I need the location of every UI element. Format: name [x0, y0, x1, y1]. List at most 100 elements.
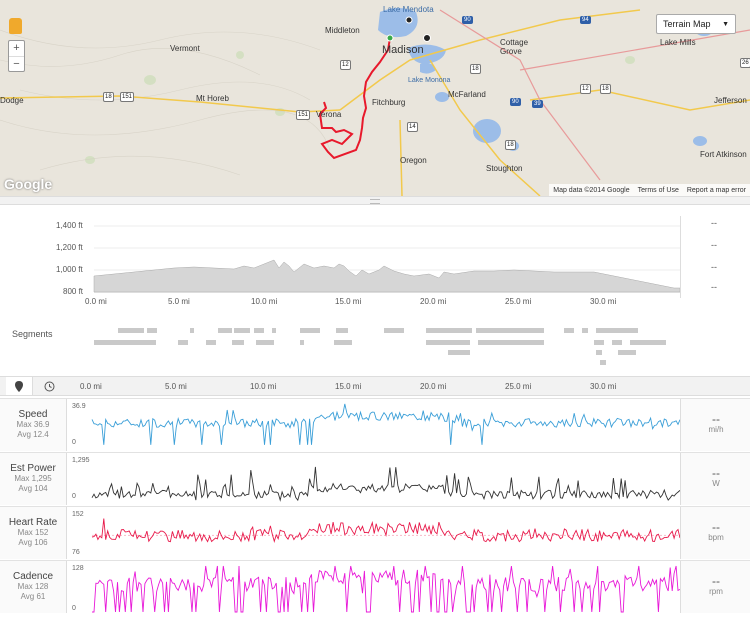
google-logo: Google: [4, 176, 53, 192]
stream-current: -- W: [680, 453, 750, 505]
segment-bar[interactable]: [218, 328, 232, 333]
stream-label: Heart Rate Max 152 Avg 106: [0, 507, 67, 559]
segment-bar[interactable]: [272, 328, 276, 333]
elev-xtick: 5.0 mi: [168, 297, 190, 306]
segment-bar[interactable]: [478, 340, 544, 345]
road-shield: 151: [296, 110, 311, 120]
stream-name: Est Power: [10, 463, 56, 474]
time-xtick: 0.0 mi: [80, 382, 102, 391]
segment-bar[interactable]: [254, 328, 264, 333]
elev-xtick: 0.0 mi: [85, 297, 107, 306]
stream-current-value: --: [712, 520, 720, 534]
stream-trace: [92, 565, 681, 613]
road-shield: 14: [407, 122, 418, 132]
heartrate-line-chart[interactable]: [91, 511, 681, 555]
street-view-pegman-icon[interactable]: [9, 18, 22, 34]
terms-link[interactable]: Terms of Use: [638, 187, 679, 194]
stream-ybot: 0: [72, 605, 76, 612]
segment-bar[interactable]: [336, 328, 348, 333]
time-xtick: 10.0 mi: [250, 382, 277, 391]
segment-bar[interactable]: [147, 328, 157, 333]
segment-bar[interactable]: [564, 328, 574, 333]
map-label: Vermont: [170, 44, 200, 53]
segment-bar[interactable]: [232, 340, 244, 345]
segment-bar[interactable]: [94, 340, 156, 345]
elevation-plot[interactable]: [93, 216, 681, 298]
segment-bar[interactable]: [206, 340, 216, 345]
zoom-out-button[interactable]: −: [9, 57, 24, 72]
time-xtick: 15.0 mi: [335, 382, 362, 391]
report-error-link[interactable]: Report a map error: [687, 187, 746, 194]
map-data-credit: Map data ©2014 Google: [553, 186, 630, 194]
stream-current-value: --: [712, 412, 720, 426]
finish-marker: [423, 34, 431, 42]
grip-icon: [370, 199, 380, 204]
segment-bar[interactable]: [234, 328, 250, 333]
start-marker: [386, 34, 394, 42]
segment-bar[interactable]: [190, 328, 194, 333]
stream-trace: [91, 518, 681, 544]
elev-xtick: 25.0 mi: [505, 297, 532, 306]
segment-bar[interactable]: [118, 328, 144, 333]
stream-ybot: 0: [72, 439, 76, 446]
segment-bar[interactable]: [178, 340, 188, 345]
stream-row-power[interactable]: Est Power Max 1,295 Avg 104 1,295 0 -- W: [0, 452, 750, 505]
map-label: McFarland: [448, 90, 486, 99]
stream-name: Speed: [18, 409, 48, 420]
road-shield: 26: [740, 58, 750, 68]
stream-row-cadence[interactable]: Cadence Max 128 Avg 61 128 0 -- rpm: [0, 560, 750, 617]
stream-ytop: 1,295: [72, 457, 90, 464]
map-label: Mt Horeb: [196, 94, 229, 103]
segment-bar[interactable]: [596, 328, 638, 333]
segment-bar[interactable]: [618, 350, 636, 355]
stream-current-value: --: [712, 574, 720, 588]
map-label: Jefferson: [714, 96, 747, 105]
stream-ytop: 128: [72, 565, 84, 572]
segment-bar[interactable]: [596, 350, 602, 355]
elev-xtick: 20.0 mi: [420, 297, 447, 306]
map-label: Oregon: [400, 156, 427, 165]
segment-bar[interactable]: [582, 328, 588, 333]
segment-bar[interactable]: [300, 328, 320, 333]
map-pin-icon[interactable]: [6, 377, 33, 395]
elev-ytick: 800 ft: [63, 287, 84, 296]
map-label: Dodge: [0, 96, 24, 105]
interstate-shield: 39: [532, 100, 543, 108]
clock-icon[interactable]: [36, 377, 62, 395]
segment-bar[interactable]: [300, 340, 304, 345]
cadence-line-chart[interactable]: [92, 565, 681, 613]
stream-unit: mi/h: [708, 425, 724, 434]
map-label: Lake Monona: [408, 77, 451, 84]
segment-bar[interactable]: [256, 340, 274, 345]
power-line-chart[interactable]: [91, 457, 681, 502]
route-map[interactable]: Lake Mendota Middleton Madison Cottage G…: [0, 0, 750, 196]
segment-bar[interactable]: [600, 360, 606, 365]
time-xtick: 5.0 mi: [165, 382, 187, 391]
stream-name: Cadence: [12, 571, 54, 582]
zoom-in-button[interactable]: +: [9, 41, 24, 57]
elev-ytick: 1,200 ft: [56, 243, 83, 252]
stream-label: Cadence Max 128 Avg 61: [0, 561, 67, 613]
finish-marker-top: [405, 16, 413, 24]
stream-current: -- mi/h: [680, 399, 750, 451]
interstate-shield: 90: [510, 98, 521, 106]
stream-row-heartrate[interactable]: Heart Rate Max 152 Avg 106 152 76 -- bpm: [0, 506, 750, 559]
speed-line-chart[interactable]: [91, 403, 681, 447]
segment-bar[interactable]: [630, 340, 666, 345]
stream-toolbar: 0.0 mi 5.0 mi 10.0 mi 15.0 mi 20.0 mi 25…: [0, 376, 750, 396]
segment-bar[interactable]: [448, 350, 470, 355]
resize-handle[interactable]: [0, 196, 750, 205]
segment-bar[interactable]: [426, 328, 472, 333]
segment-bar[interactable]: [426, 340, 470, 345]
map-label: Lake Mills: [660, 38, 696, 47]
time-xtick: 25.0 mi: [505, 382, 532, 391]
segment-bar[interactable]: [384, 328, 404, 333]
map-type-dropdown[interactable]: Terrain Map ▼: [656, 14, 736, 34]
segment-bar[interactable]: [612, 340, 622, 345]
map-label: Stoughton: [486, 164, 523, 173]
segment-bar[interactable]: [476, 328, 544, 333]
segment-bar[interactable]: [334, 340, 352, 345]
segment-bar[interactable]: [594, 340, 604, 345]
stream-row-speed[interactable]: Speed Max 36.9 Avg 12.4 36.9 0 -- mi/h: [0, 398, 750, 451]
stream-unit: bpm: [708, 533, 724, 542]
